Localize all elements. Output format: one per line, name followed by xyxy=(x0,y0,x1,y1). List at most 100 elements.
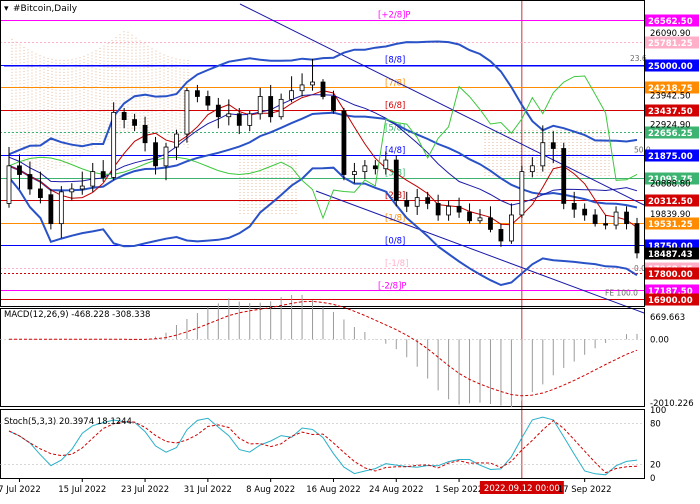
candle-body xyxy=(362,165,368,173)
candle-body xyxy=(383,159,389,170)
candle-body xyxy=(519,171,525,216)
x-axis-tick-label: 31 Jul 2022 xyxy=(184,485,232,495)
price-level-label: 25781.25 xyxy=(648,39,693,49)
macd-label: MACD(12,26,9) -468.228 -308.338 xyxy=(4,310,150,320)
candle-body xyxy=(634,223,640,254)
candle-body xyxy=(226,113,232,118)
candle-body xyxy=(289,90,295,100)
candle-body xyxy=(17,165,22,175)
candle-body xyxy=(132,119,138,126)
candle-body xyxy=(236,113,242,126)
candle-body xyxy=(268,96,274,118)
candle-body xyxy=(550,142,556,149)
candle-body xyxy=(121,111,127,120)
x-axis-tick-label: 1 Sep 2022 xyxy=(435,485,483,495)
stoch-axis-tick: 100 xyxy=(650,406,666,416)
chart-title: #Bitcoin,Daily xyxy=(13,4,78,14)
candle-body xyxy=(592,214,598,225)
candle-body xyxy=(467,211,472,222)
candle-body xyxy=(477,217,483,222)
candle-body xyxy=(351,171,357,175)
price-level-label: 26562.50 xyxy=(648,17,693,27)
chart-title-arrow: ▾ xyxy=(4,4,9,14)
candle-body xyxy=(571,203,577,210)
candle-body xyxy=(90,171,96,187)
stoch-axis-tick: 0 xyxy=(650,474,655,484)
x-axis-tick-label: 23 Jul 2022 xyxy=(121,485,169,495)
candle-body xyxy=(425,197,431,204)
candle-body xyxy=(184,90,190,135)
candle-body xyxy=(142,124,148,144)
candle-body xyxy=(48,194,54,225)
current-price-label: 18487.43 xyxy=(648,250,693,260)
stoch-label: Stoch(5,3,3) 20.3974 18.1244 xyxy=(4,417,132,427)
x-axis-tick-label: 2022.09.12 00:00 xyxy=(484,484,560,494)
candle-body xyxy=(215,104,221,118)
murrey-label: [6/8] xyxy=(385,101,405,111)
x-axis-tick-label: 8 Aug 2022 xyxy=(246,485,295,495)
candle-body xyxy=(456,205,462,213)
macd-axis-tick: 669.663 xyxy=(650,313,685,323)
candle-body xyxy=(310,81,315,86)
murrey-label: [-2/8]P xyxy=(378,281,407,291)
candle-body xyxy=(111,111,117,178)
x-axis-tick-label: 7 Jul 2022 xyxy=(0,485,41,495)
candle-body xyxy=(372,165,378,170)
candle-body xyxy=(205,96,211,106)
candle-body xyxy=(435,203,441,216)
candle-body xyxy=(508,214,514,242)
candle-body xyxy=(163,146,169,167)
candle-body xyxy=(529,165,535,173)
candle-body xyxy=(69,188,75,193)
price-axis-tick: 20888.80 xyxy=(650,180,691,190)
candle-body xyxy=(320,81,326,97)
chart-canvas: [+2/8]P[8/8][7/8][6/8][5/8][4/8][3/8][2/… xyxy=(0,0,700,500)
murrey-label: [4/8] xyxy=(385,146,405,156)
candle-body xyxy=(393,159,399,201)
price-axis-tick: 19839.90 xyxy=(650,210,691,220)
candle-body xyxy=(331,96,336,112)
price-axis-tick: 26090.90 xyxy=(650,29,691,39)
candle-body xyxy=(404,200,410,207)
candle-body xyxy=(446,205,452,216)
stoch-axis-tick: 80 xyxy=(650,420,661,430)
price-level-label: 19531.25 xyxy=(648,220,693,230)
candle-body xyxy=(299,84,305,92)
stoch-axis-tick: 20 xyxy=(650,460,661,470)
candle-body xyxy=(247,113,253,126)
candle-body xyxy=(153,142,158,167)
candle-body xyxy=(278,98,284,118)
candle-body xyxy=(27,174,33,190)
candle-body xyxy=(603,223,608,226)
chart-svg: [+2/8]P[8/8][7/8][6/8][5/8][4/8][3/8][2/… xyxy=(0,0,700,500)
candle-body xyxy=(257,96,263,115)
x-axis-tick-label: 15 Jul 2022 xyxy=(58,485,106,495)
candle-body xyxy=(6,165,12,204)
candle-body xyxy=(540,142,546,167)
price-level-label: 25000.00 xyxy=(648,62,693,72)
price-level-label: 20312.50 xyxy=(648,197,693,207)
candle-body xyxy=(582,208,588,216)
candle-body xyxy=(100,171,106,178)
x-axis-tick-label: 17 Sep 2022 xyxy=(558,485,612,495)
candle-body xyxy=(414,197,420,207)
candle-body xyxy=(498,229,504,242)
candle-body xyxy=(174,133,179,148)
price-level-label: 21875.00 xyxy=(648,152,693,162)
price-axis-tick: 23942.50 xyxy=(650,91,691,101)
murrey-label: [8/8] xyxy=(385,56,405,66)
x-axis-tick-label: 16 Aug 2022 xyxy=(306,485,360,495)
candle-body xyxy=(58,191,64,225)
price-level-label: 17800.00 xyxy=(648,270,693,280)
murrey-label: [1/8] xyxy=(385,214,405,224)
candle-body xyxy=(341,110,347,175)
x-axis-tick-label: 24 Aug 2022 xyxy=(369,485,423,495)
murrey-label: [+2/8]P xyxy=(378,11,411,21)
candle-body xyxy=(561,148,567,204)
candle-body xyxy=(624,211,629,225)
price-axis-tick: 22924.90 xyxy=(650,121,691,131)
murrey-label: [0/8] xyxy=(385,236,405,246)
candle-body xyxy=(488,217,493,230)
murrey-label: [-1/8] xyxy=(385,259,408,269)
price-level-label: 23437.50 xyxy=(648,107,693,117)
